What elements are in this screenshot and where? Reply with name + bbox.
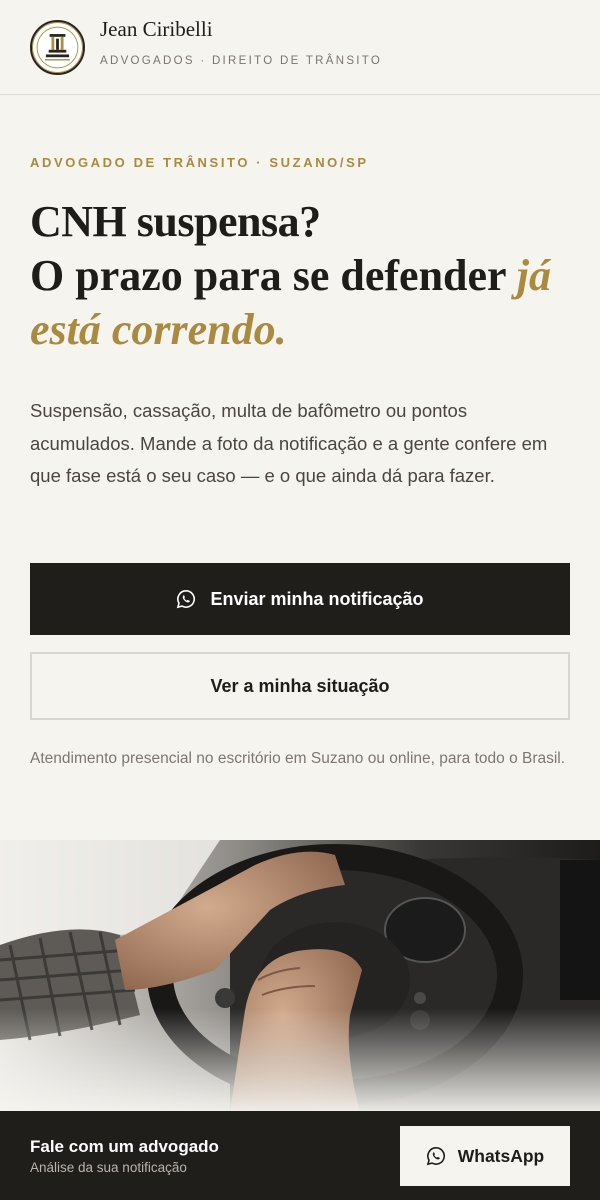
hero-eyebrow: ADVOGADO DE TRÂNSITO · SUZANO/SP xyxy=(30,155,369,170)
view-situation-button[interactable]: Ver a minha situação xyxy=(30,652,570,720)
site-header: Jean Ciribelli ADVOGADOS · DIREITO DE TR… xyxy=(0,0,600,95)
brand-tagline: ADVOGADOS · DIREITO DE TRÂNSITO xyxy=(100,55,383,67)
hero-lead: Suspensão, cassação, multa de bafômetro … xyxy=(30,400,548,486)
contact-bar-title: Fale com um advogado xyxy=(30,1137,219,1156)
brand-name[interactable]: Jean Ciribelli xyxy=(100,17,213,42)
logo-emblem xyxy=(36,26,79,69)
whatsapp-button[interactable]: WhatsApp xyxy=(400,1126,570,1186)
brand-logo[interactable] xyxy=(30,20,85,75)
hero-headline: CNH suspensa? O prazo para se defender já… xyxy=(30,195,575,357)
sticky-contact-bar: Fale com um advogado Análise da sua noti… xyxy=(0,1111,600,1200)
driver-steering-wheel-illustration xyxy=(0,840,600,1112)
hero-image-driver xyxy=(0,840,600,1112)
whatsapp-button-label: WhatsApp xyxy=(457,1145,545,1166)
headline-line-2: O prazo para se defender xyxy=(30,251,517,300)
contact-bar-subtitle: Análise da sua notificação xyxy=(30,1160,187,1175)
send-notification-label: Enviar minha notificação xyxy=(210,588,424,609)
headline-line-1: CNH suspensa? xyxy=(30,197,321,246)
whatsapp-icon xyxy=(426,1146,446,1166)
service-note: Atendimento presencial no escritório em … xyxy=(30,750,566,767)
send-notification-button[interactable]: Enviar minha notificação xyxy=(30,563,570,635)
whatsapp-icon xyxy=(176,589,196,609)
